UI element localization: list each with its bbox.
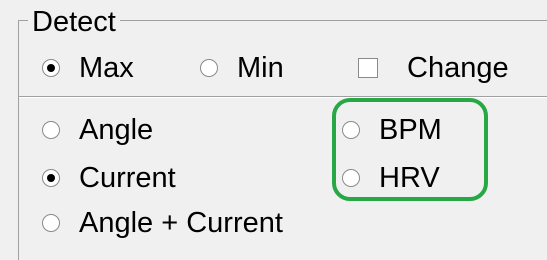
highlight-box <box>332 98 488 201</box>
angle-current-radio-icon[interactable] <box>42 214 60 232</box>
change-checkbox-option[interactable]: Change <box>358 51 509 85</box>
angle-label: Angle <box>79 113 154 146</box>
change-checkbox-icon[interactable] <box>358 58 378 78</box>
max-label: Max <box>79 51 134 84</box>
angle-current-label: Angle + Current <box>79 206 283 239</box>
current-radio-option[interactable]: Current <box>42 161 176 195</box>
angle-radio-option[interactable]: Angle <box>42 113 153 147</box>
angle-current-radio-option[interactable]: Angle + Current <box>42 206 283 240</box>
current-radio-icon[interactable] <box>42 169 60 187</box>
min-radio-option[interactable]: Min <box>200 51 284 85</box>
change-label: Change <box>407 51 509 84</box>
angle-radio-icon[interactable] <box>42 121 60 139</box>
min-radio-icon[interactable] <box>200 59 218 77</box>
max-radio-option[interactable]: Max <box>42 51 134 85</box>
max-radio-icon[interactable] <box>42 59 60 77</box>
current-label: Current <box>79 161 176 194</box>
min-label: Min <box>237 51 284 84</box>
detect-group-title: Detect <box>28 5 120 39</box>
